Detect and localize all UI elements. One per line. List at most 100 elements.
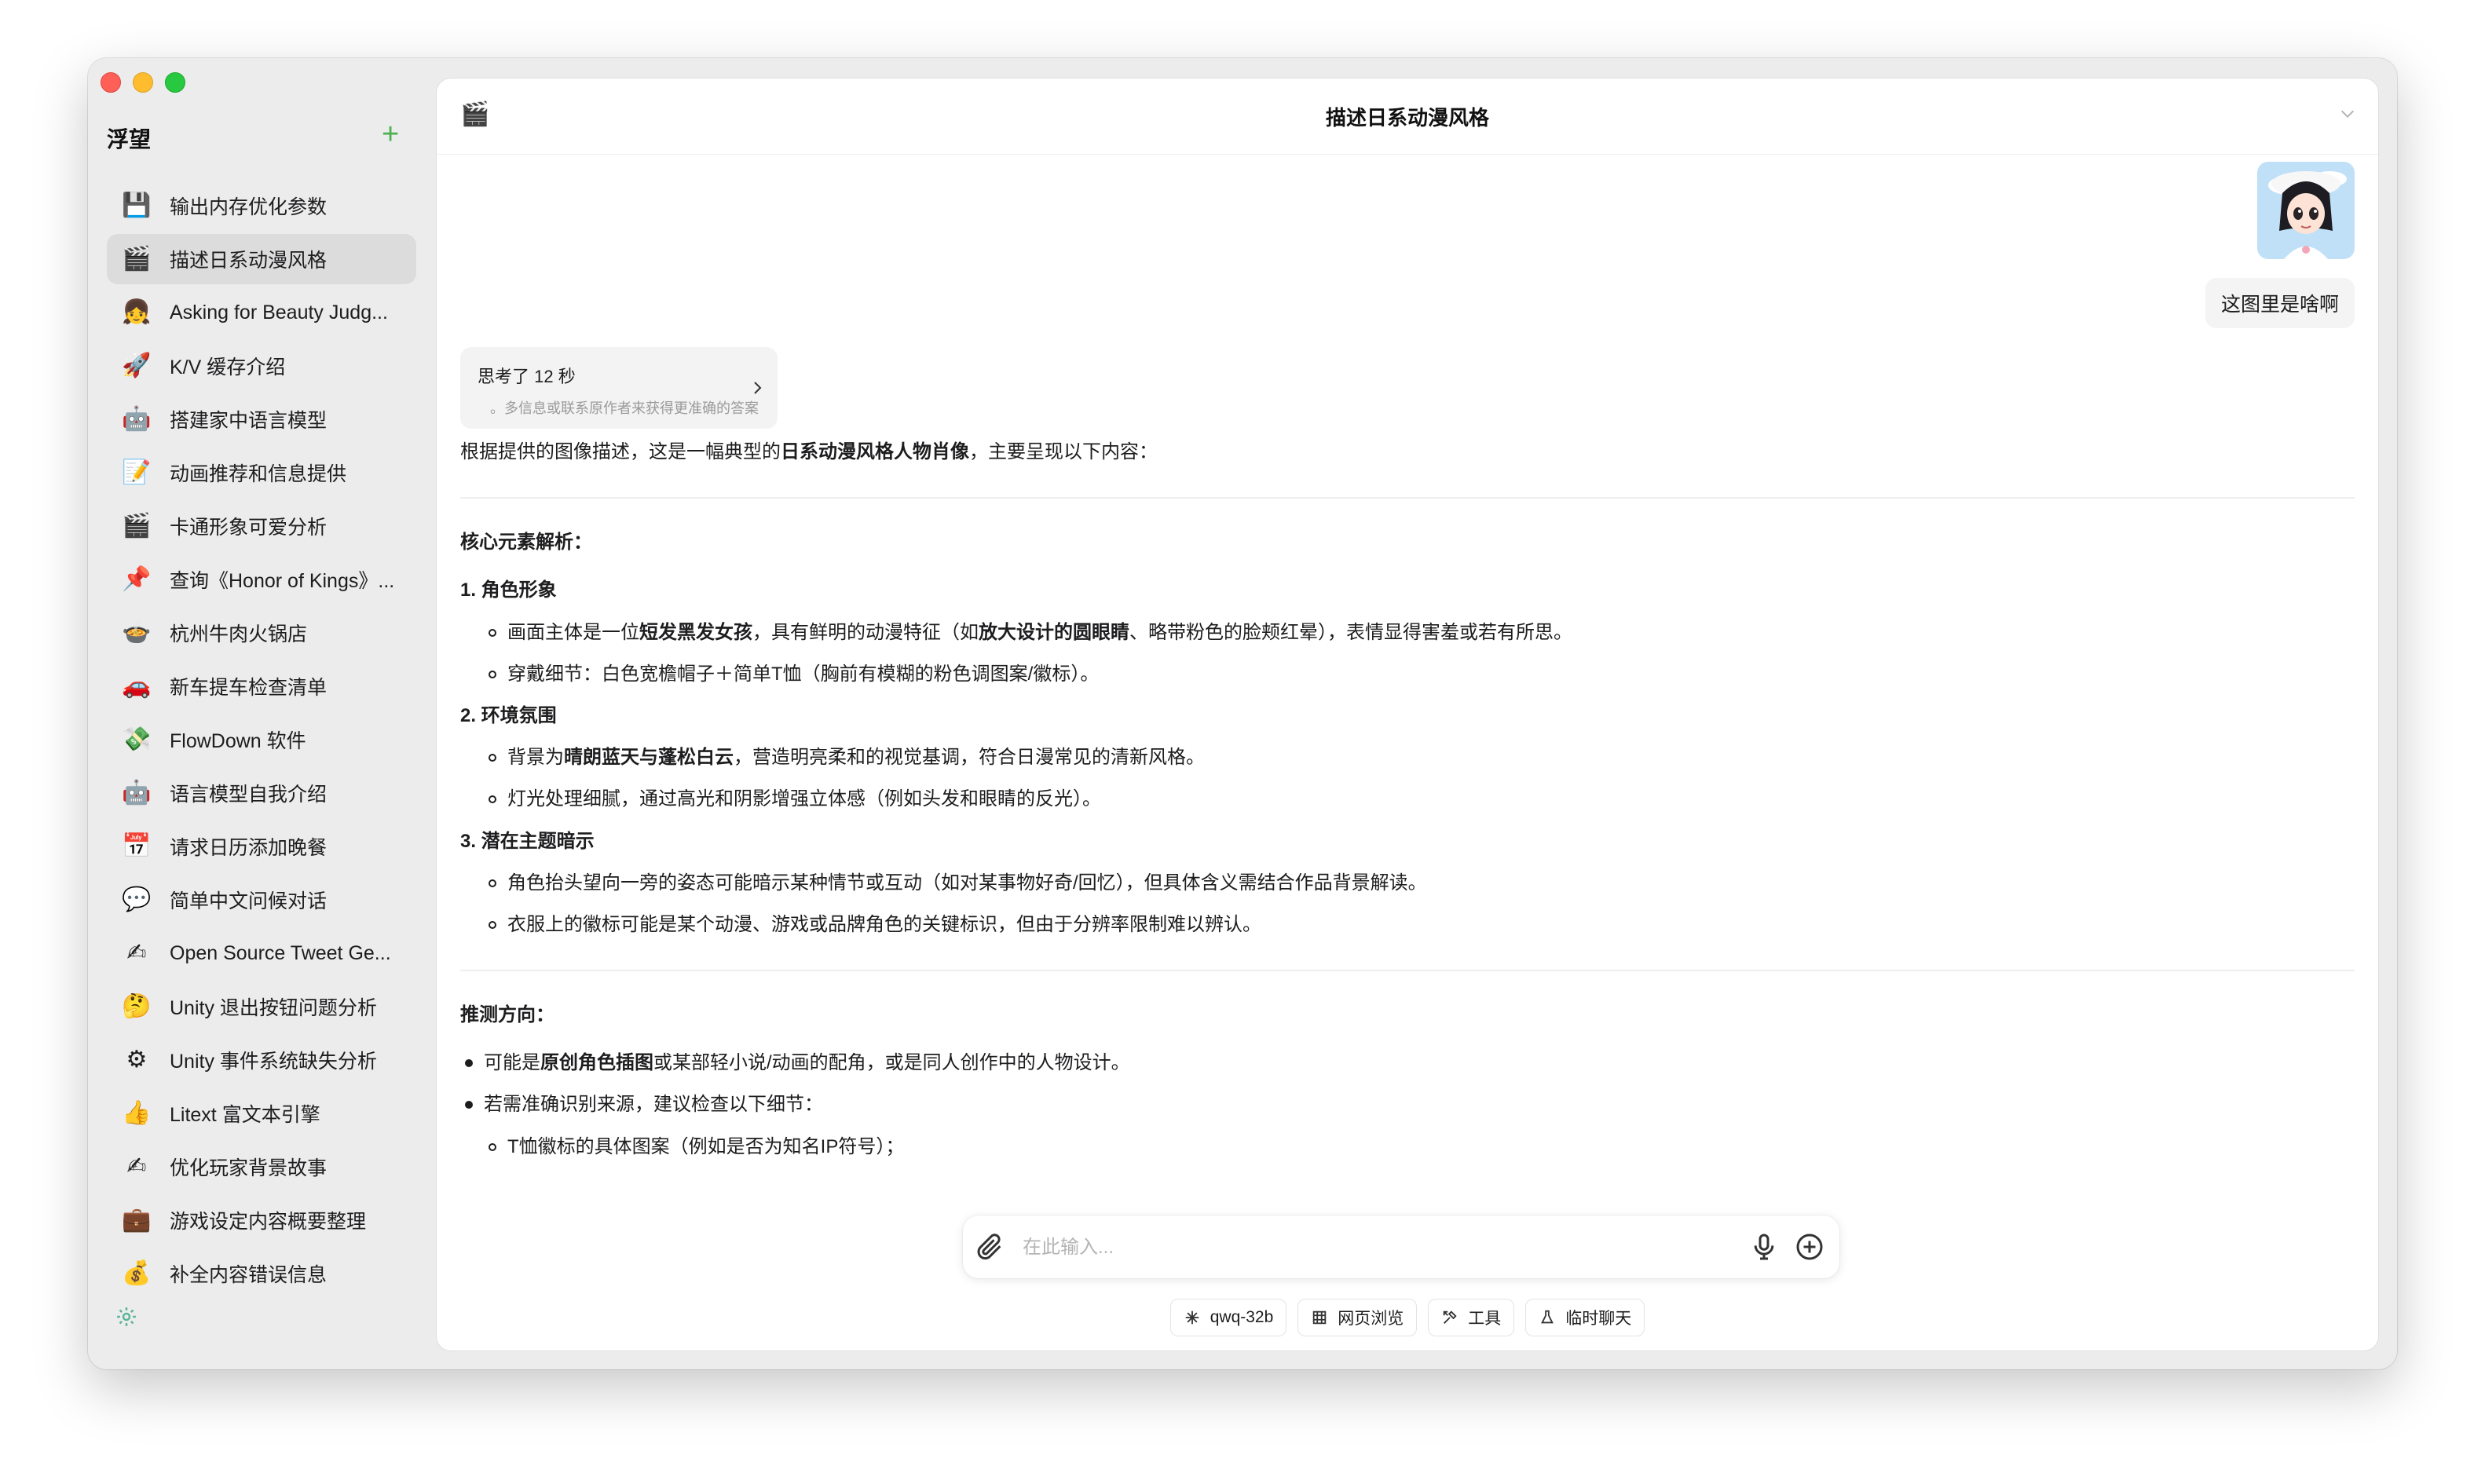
conversation-label: Asking for Beauty Judg... [170,301,388,323]
sidebar-conversation-item[interactable]: 📅 请求日历添加晚餐 [107,821,416,872]
conversation-label: 优化玩家背景故事 [170,1157,328,1179]
conversation-emoji-icon: 🚗 [122,672,152,700]
sidebar-conversation-item[interactable]: 💸 FlowDown 软件 [107,715,416,765]
sparkle-icon [1185,1310,1199,1325]
conversation-emoji-icon: 🎬 [122,245,152,272]
conversation-label: 动画推荐和信息提供 [170,463,347,485]
conversation-label: 卡通形象可爱分析 [170,517,328,539]
conversation-label: 简单中文问候对话 [170,890,328,912]
conversation-emoji-icon: 💾 [122,192,152,219]
conversation-label: 语言模型自我介绍 [170,784,328,806]
conversation-list: 💾 输出内存优化参数 🎬 描述日系动漫风格 👧 Asking for Beauty Jud… [107,181,416,1302]
answer-intro: 根据提供的图像描述，这是一幅典型的日系动漫风格人物肖像，主要呈现以下内容： [460,441,1158,462]
conversation-emoji-icon: 🤖 [122,405,152,433]
tools-icon [1444,1310,1457,1324]
message-composer [963,1215,1839,1278]
conversation-emoji-icon: ✍ [126,1153,147,1180]
numbered-heading: 1. 角色形象 [460,579,557,601]
sidebar-conversation-item[interactable]: 💼 游戏设定内容概要整理 [107,1195,416,1245]
tools-button[interactable]: 工具 [1428,1299,1515,1336]
conversation-emoji-icon: 💸 [122,726,152,753]
temporary-chat-toggle[interactable]: 临时聊天 [1525,1299,1645,1336]
numbered-heading: 2. 环境氛围 [460,704,557,726]
message-input[interactable] [1021,1231,1715,1264]
conversation-label: 补全内容错误信息 [170,1264,328,1286]
sidebar-conversation-item[interactable]: 👍 Litext 富文本引擎 [107,1088,416,1139]
conversation-label: 新车提车检查清单 [170,677,328,699]
sidebar-conversation-item[interactable]: 💬 简单中文问候对话 [107,875,416,925]
list-item: 背景为晴朗蓝天与蓬松白云，营造明亮柔和的视觉基调，符合日漫常见的清新风格。 [460,745,2355,769]
flask-icon [1541,1310,1554,1324]
sidebar-conversation-item[interactable]: 🎬 卡通形象可爱分析 [107,501,416,551]
assistant-answer: 根据提供的图像描述，这是一幅典型的日系动漫风格人物肖像，主要呈现以下内容： 核心… [460,440,2355,1159]
conversation-label: K/V 缓存介绍 [170,356,286,378]
list-item: 若需准确识别来源，建议检查以下细节： [460,1092,2355,1117]
list-item: 角色抬头望向一旁的姿态可能暗示某种情节或互动（如对某事物好奇/回忆），但具体含义… [460,871,2355,895]
list-item: T恤徽标的具体图案（例如是否为知名IP符号）； [460,1135,2355,1159]
conversation-label: 查询《Honor of Kings》... [170,570,395,592]
conversation-label: 搭建家中语言模型 [170,410,328,432]
microphone-icon[interactable] [1748,1231,1780,1263]
sidebar-conversation-item[interactable]: 📝 动画推荐和信息提供 [107,448,416,498]
chevron-down-icon[interactable] [2339,105,2356,122]
section-heading: 推测方向： [460,1004,554,1026]
conversation-emoji-icon: 🤔 [122,992,152,1020]
model-selector-button[interactable]: qwq-32b [1169,1299,1287,1336]
conversation-label: Unity 事件系统缺失分析 [170,1051,377,1073]
sidebar: 浮望 + 💾 输出内存优化参数 🎬 描述日系动漫风格 👧 Asking for Beaut… [88,58,437,1369]
conversation-emoji-icon: 💬 [122,886,152,913]
chat-title: 描述日系动漫风格 [1325,106,1489,130]
conversation-label: 游戏设定内容概要整理 [170,1211,367,1233]
conversation-emoji-icon: 🎬 [122,512,152,539]
conversation-label: Litext 富文本引擎 [170,1104,320,1126]
sidebar-conversation-item[interactable]: 🎬 描述日系动漫风格 [107,234,416,284]
sidebar-conversation-item[interactable]: 🤖 搭建家中语言模型 [107,394,416,444]
list-item: 画面主体是一位短发黑发女孩，具有鲜明的动漫特征（如放大设计的圆眼睛、略带粉色的脸… [460,620,2355,645]
numbered-heading: 3. 潜在主题暗示 [460,830,595,852]
list-item: 可能是原创角色插图或某部轻小说/动画的配角，或是同人创作中的人物设计。 [460,1051,2355,1075]
add-circle-icon[interactable] [1794,1231,1825,1263]
thinking-preview: 多信息或联系原作者来获得更准确的答案。 [490,400,759,416]
conversation-emoji-icon: 👍 [122,1099,152,1127]
conversation-label: 请求日历添加晚餐 [170,837,328,859]
list-item: 穿戴细节：白色宽檐帽子＋简单T恤（胸前有模糊的粉色调图案/徽标）。 [460,662,2355,686]
conversation-label: 描述日系动漫风格 [170,250,328,272]
sidebar-conversation-item[interactable]: 🚗 新车提车检查清单 [107,661,416,711]
paperclip-icon[interactable] [974,1231,1005,1263]
conversation-emoji-icon: 📅 [122,832,152,860]
conversation-emoji-icon: 🤖 [122,779,152,806]
sidebar-conversation-item[interactable]: ⚙ Unity 事件系统缺失分析 [107,1035,416,1085]
conversation-emoji-icon: 📝 [122,459,152,486]
divider [460,970,2355,972]
sidebar-conversation-item[interactable]: 💰 补全内容错误信息 [107,1248,416,1299]
conversation-label: FlowDown 软件 [170,730,306,752]
sidebar-conversation-item[interactable]: 🍲 杭州牛肉火锅店 [107,608,416,658]
sidebar-conversation-item[interactable]: ✍ 优化玩家背景故事 [107,1142,416,1192]
conversation-label: 输出内存优化参数 [170,196,328,218]
attached-image-thumbnail[interactable] [2257,162,2355,259]
section-heading: 核心元素解析： [460,532,592,554]
chat-main: 🎬 描述日系动漫风格 这图里是啥啊 思考了 12 秒 多信息或联系原作者来获得更… [437,79,2378,1351]
list-item: 灯光处理细腻，通过高光和阴影增强立体感（例如头发和眼睛的反光）。 [460,787,2355,811]
conversation-emoji-icon: 👧 [122,298,152,326]
conversation-emoji-icon: ✍ [126,939,147,967]
web-browsing-toggle[interactable]: 网页浏览 [1297,1299,1418,1336]
sidebar-conversation-item[interactable]: 🚀 K/V 缓存介绍 [107,341,416,391]
new-chat-button[interactable]: + [382,119,399,149]
sidebar-conversation-item[interactable]: 🤔 Unity 退出按钮问题分析 [107,981,416,1032]
settings-gear-icon[interactable] [115,1305,138,1329]
conversation-label: Open Source Tweet Ge... [170,941,391,964]
composer-options: qwq-32b 网页浏览 工具 临时聊天 [437,1299,2378,1336]
thinking-summary[interactable]: 思考了 12 秒 多信息或联系原作者来获得更准确的答案。 [460,347,778,429]
sidebar-conversation-item[interactable]: 👧 Asking for Beauty Judg... [107,287,416,338]
conversation-emoji-icon: ⚙ [126,1046,148,1073]
conversation-emoji-icon: 🍲 [122,619,152,646]
message-list: 这图里是啥啊 思考了 12 秒 多信息或联系原作者来获得更准确的答案。 根据提供… [437,154,2378,1264]
chat-header: 🎬 描述日系动漫风格 [437,79,2378,155]
sidebar-title: 浮望 [107,127,152,152]
sidebar-conversation-item[interactable]: 📌 查询《Honor of Kings》... [107,554,416,605]
sidebar-conversation-item[interactable]: 💾 输出内存优化参数 [107,181,416,231]
sidebar-conversation-item[interactable]: ✍ Open Source Tweet Ge... [107,928,416,978]
sidebar-conversation-item[interactable]: 🤖 语言模型自我介绍 [107,768,416,818]
conversation-emoji-icon: 💰 [122,1259,152,1287]
